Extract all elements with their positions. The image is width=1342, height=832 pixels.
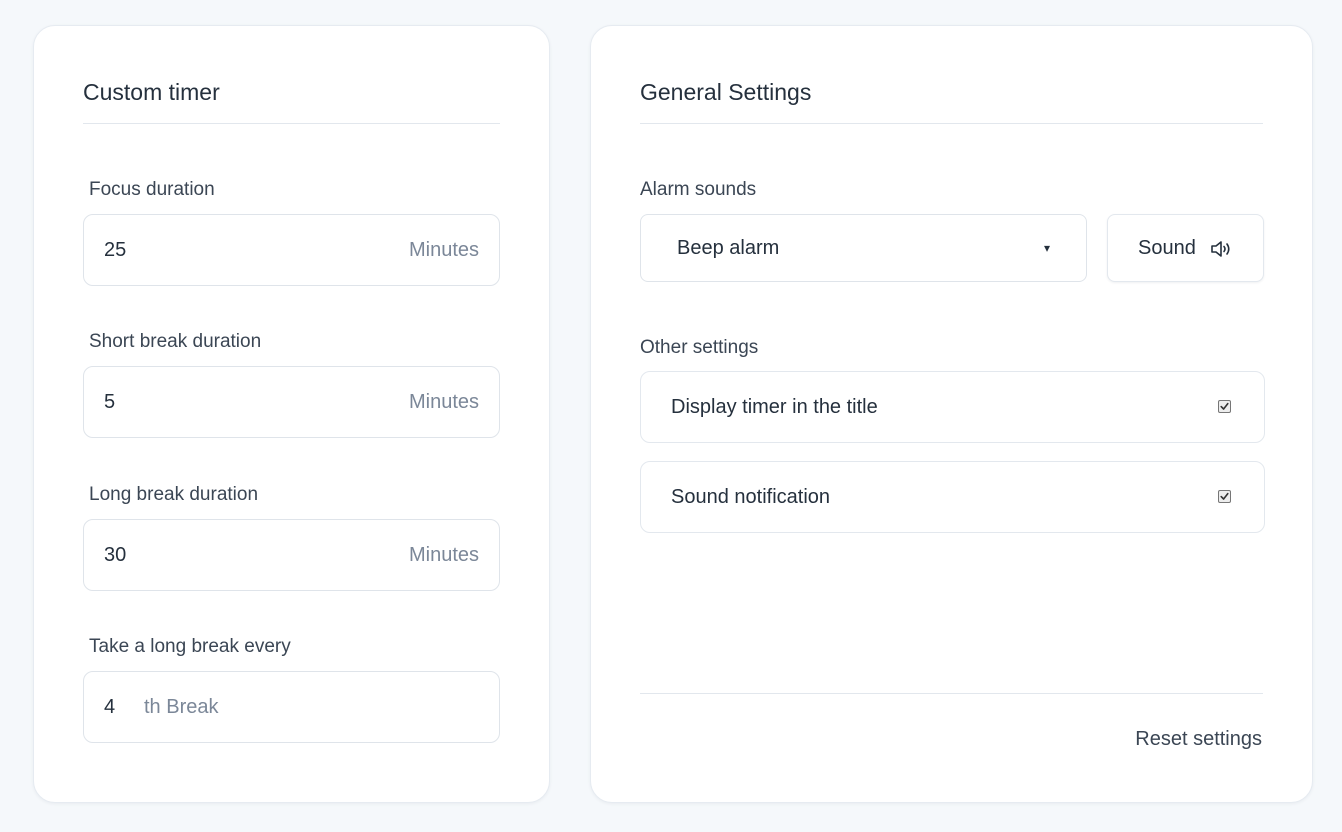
focus-duration-field: Minutes <box>83 214 500 286</box>
display-timer-in-title-label: Display timer in the title <box>671 396 878 418</box>
long-break-every-field[interactable]: 4 th Break <box>83 671 500 743</box>
focus-duration-unit: Minutes <box>408 239 479 261</box>
sound-button-label: Sound <box>1138 237 1196 259</box>
alarm-sound-select[interactable]: Beep alarm ▾ <box>640 214 1087 282</box>
alarm-sounds-label: Alarm sounds <box>640 179 757 200</box>
short-break-duration-input[interactable] <box>104 367 364 437</box>
chevron-down-icon: ▾ <box>1043 241 1050 255</box>
long-break-every-label: Take a long break every <box>89 636 291 657</box>
sound-notification-label: Sound notification <box>671 486 831 508</box>
reset-settings-button[interactable]: Reset settings <box>1135 726 1262 752</box>
custom-timer-card: Custom timer Focus duration Minutes Shor… <box>33 25 550 803</box>
checkmark-icon <box>1220 402 1229 410</box>
alarm-sound-selected-value: Beep alarm <box>677 237 780 259</box>
long-break-duration-label: Long break duration <box>89 484 259 505</box>
focus-duration-label: Focus duration <box>89 179 215 200</box>
custom-timer-title: Custom timer <box>83 79 220 105</box>
short-break-duration-field: Minutes <box>83 366 500 438</box>
general-settings-title: General Settings <box>640 79 812 105</box>
footer-divider <box>640 693 1263 694</box>
long-break-every-input[interactable]: 4 <box>104 672 115 742</box>
play-sound-button[interactable]: Sound <box>1107 214 1264 282</box>
speaker-icon <box>1211 241 1230 257</box>
general-settings-divider <box>640 123 1263 124</box>
general-settings-card: General Settings Alarm sounds Beep alarm… <box>590 25 1313 803</box>
checkmark-icon <box>1220 492 1229 500</box>
sound-notification-row: Sound notification <box>640 461 1265 533</box>
sound-notification-checkbox[interactable] <box>1218 490 1231 503</box>
short-break-duration-label: Short break duration <box>89 331 262 352</box>
display-timer-in-title-checkbox[interactable] <box>1218 400 1231 413</box>
long-break-duration-field: Minutes <box>83 519 500 591</box>
long-break-duration-unit: Minutes <box>408 544 479 566</box>
long-break-every-unit: th Break <box>144 696 219 718</box>
focus-duration-input[interactable] <box>104 215 364 285</box>
custom-timer-divider <box>83 123 500 124</box>
short-break-duration-unit: Minutes <box>408 391 479 413</box>
other-settings-label: Other settings <box>640 337 759 358</box>
long-break-duration-input[interactable] <box>104 520 364 590</box>
display-timer-in-title-row: Display timer in the title <box>640 371 1265 443</box>
